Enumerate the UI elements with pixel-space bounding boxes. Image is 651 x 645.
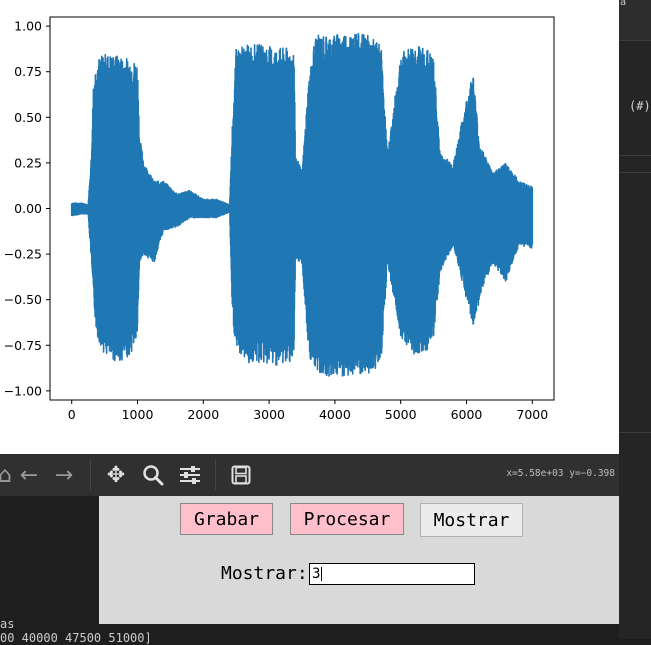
zoom-icon[interactable] [140, 462, 166, 488]
editor-side-panel [619, 0, 651, 639]
x-tick-label: 0 [68, 407, 76, 422]
figure-toolbar: ⌂ ← → ✥ x=5.58e+03 y=−0.398 [0, 454, 619, 496]
terminal-line: as [0, 617, 15, 631]
x-tick-label: 2000 [187, 407, 219, 422]
y-tick-label: −0.50 [4, 292, 42, 307]
grabar-button[interactable]: Grabar [180, 503, 273, 535]
text-caret [321, 567, 323, 581]
forward-icon[interactable]: → [51, 462, 77, 488]
waveform-line [70, 32, 534, 377]
mostrar-input-value: 3 [312, 566, 321, 582]
back-icon[interactable]: ← [16, 462, 42, 488]
y-tick-label: 0.50 [14, 110, 42, 125]
editor-top-text: a [620, 0, 627, 8]
mostrar-button[interactable]: Mostrar [420, 503, 523, 537]
save-figure-icon[interactable] [228, 462, 254, 488]
y-tick-label: −0.75 [4, 338, 42, 353]
x-tick-label: 7000 [516, 407, 548, 422]
y-tick-label: −1.00 [4, 383, 42, 398]
toolbar-separator [90, 460, 91, 490]
x-tick-label: 1000 [122, 407, 154, 422]
toolbar-separator [215, 460, 216, 490]
y-tick-label: −0.25 [4, 247, 42, 262]
y-tick-label: 0.75 [14, 64, 42, 79]
y-tick-label: 0.25 [14, 155, 42, 170]
x-tick-label: 6000 [451, 407, 483, 422]
procesar-button[interactable]: Procesar [290, 503, 404, 535]
terminal-line: 00 40000 47500 51000] [0, 631, 152, 645]
editor-divider [619, 432, 651, 433]
waveform-chart: 0 1000 2000 3000 4000 5000 6000 7000 1.00 0.75 0.5… [4, 16, 555, 422]
y-tick-label: 1.00 [14, 19, 42, 34]
editor-hash-text: (#) [629, 99, 651, 113]
x-tick-label: 3000 [253, 407, 285, 422]
x-tick-label: 5000 [385, 407, 417, 422]
cursor-coordinates: x=5.58e+03 y=−0.398 [506, 468, 615, 479]
configure-subplots-icon[interactable] [177, 462, 203, 488]
y-tick-label: 0.00 [14, 201, 42, 216]
figure-canvas[interactable]: 0 1000 2000 3000 4000 5000 6000 7000 1.00 0.75 0.5… [0, 0, 619, 454]
mostrar-label: Mostrar: [221, 563, 308, 584]
pan-icon[interactable]: ✥ [103, 462, 129, 488]
editor-divider [619, 172, 651, 173]
tk-app-window: Grabar Procesar Mostrar Mostrar: 3 [99, 496, 619, 624]
editor-divider [619, 155, 651, 156]
x-tick-label: 4000 [319, 407, 351, 422]
mostrar-input[interactable]: 3 [309, 563, 475, 585]
